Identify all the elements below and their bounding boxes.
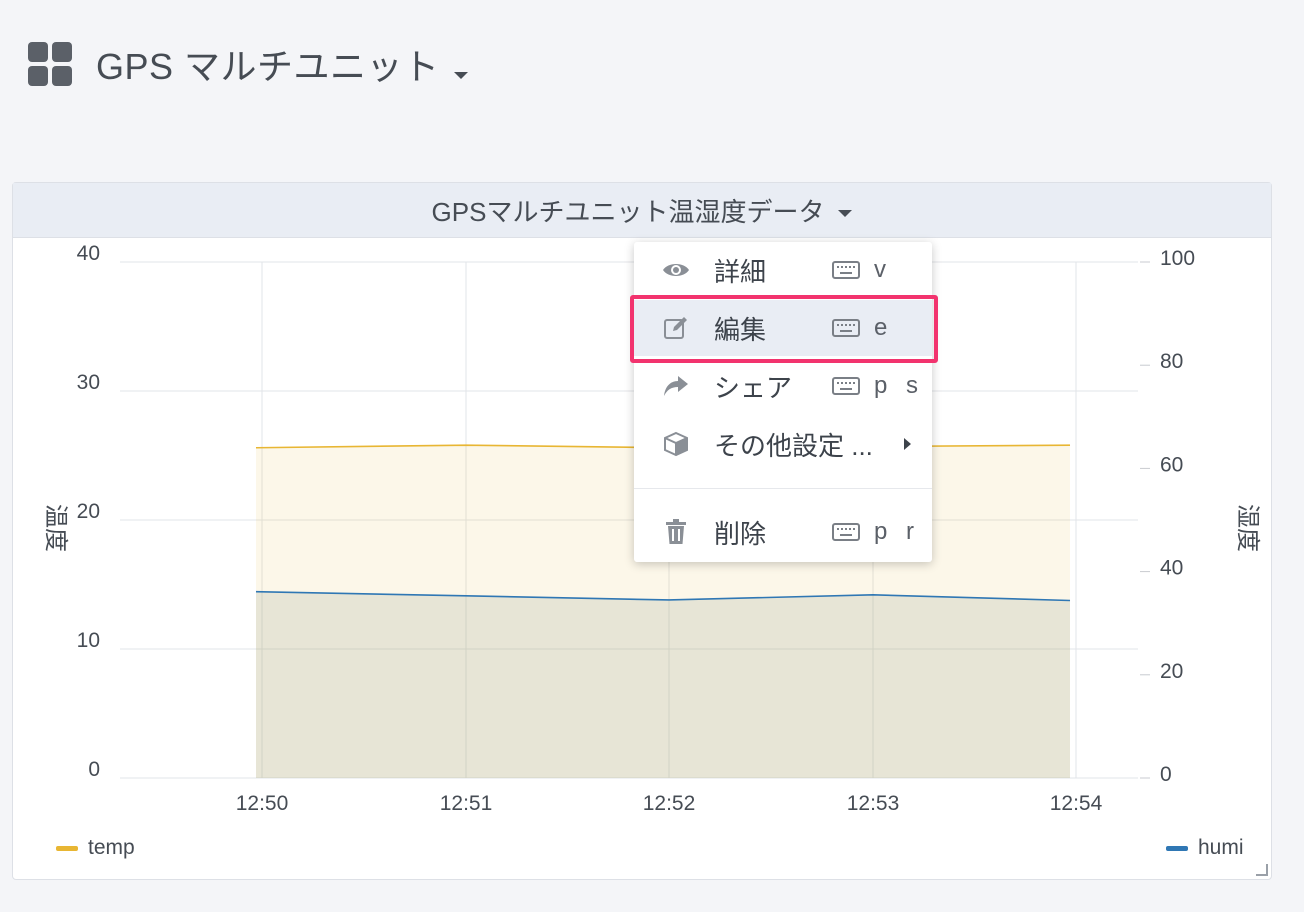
- menu-item-share-label: シェア: [714, 372, 793, 403]
- y-right-tick-label: 100: [1160, 247, 1195, 270]
- menu-item-more[interactable]: その他設定 ...: [634, 416, 932, 472]
- menu-divider: [634, 488, 932, 489]
- x-tick-label: 12:52: [643, 792, 696, 815]
- y-left-tick-label: 30: [77, 371, 100, 394]
- y-left-tick-label: 40: [77, 242, 100, 265]
- legend-swatch-temp: [56, 845, 78, 851]
- y-left-tick-label: 10: [77, 629, 100, 652]
- legend-label-temp[interactable]: temp: [88, 836, 135, 860]
- keyboard-icon: [832, 261, 860, 279]
- y-right-tick-label: 40: [1160, 557, 1183, 580]
- series-area-humi: [256, 591, 1070, 778]
- legend-swatch-humi: [1166, 845, 1188, 851]
- keyboard-icon: [832, 523, 860, 541]
- y-right-tick-label: 80: [1160, 350, 1183, 373]
- trash-icon: [662, 518, 690, 546]
- y-left-tick-label: 20: [77, 500, 100, 523]
- menu-item-more-label: その他設定 ...: [714, 430, 873, 461]
- keyboard-icon: [832, 377, 860, 395]
- y-right-tick-label: 0: [1160, 763, 1172, 786]
- y-right-tick-label: 20: [1160, 660, 1183, 683]
- legend-label-humi[interactable]: humi: [1198, 836, 1244, 860]
- menu-item-delete[interactable]: 削除 p r: [634, 504, 932, 560]
- cube-icon: [662, 430, 690, 458]
- menu-item-view[interactable]: 詳細 v: [634, 242, 932, 298]
- y-right-tick-label: 60: [1160, 453, 1183, 476]
- menu-item-view-label: 詳細: [714, 256, 767, 287]
- menu-item-view-shortcut: v: [874, 256, 892, 283]
- menu-highlight-box: [630, 295, 938, 363]
- y-axis-left-label: 温度: [42, 504, 69, 552]
- x-tick-label: 12:53: [847, 792, 900, 815]
- y-axis-right-label: 湿度: [1234, 504, 1261, 552]
- menu-item-share[interactable]: シェア p s: [634, 358, 932, 414]
- x-tick-label: 12:50: [236, 792, 289, 815]
- legend-left[interactable]: temp: [56, 836, 135, 860]
- x-tick-label: 12:54: [1050, 792, 1103, 815]
- panel-resize-handle[interactable]: [1256, 864, 1268, 876]
- menu-item-delete-label: 削除: [714, 518, 767, 549]
- share-icon: [662, 372, 690, 400]
- chevron-right-icon: [904, 438, 911, 450]
- menu-item-share-shortcut: p s: [874, 372, 925, 399]
- x-tick-label: 12:51: [440, 792, 493, 815]
- y-left-tick-label: 0: [88, 758, 100, 781]
- eye-icon: [662, 256, 690, 284]
- legend-right[interactable]: humi: [1166, 836, 1244, 860]
- menu-item-delete-shortcut: p r: [874, 518, 921, 545]
- panel-context-menu: 詳細 v 編集 e シェア p s その他設定 ... 削除 p r: [634, 242, 932, 562]
